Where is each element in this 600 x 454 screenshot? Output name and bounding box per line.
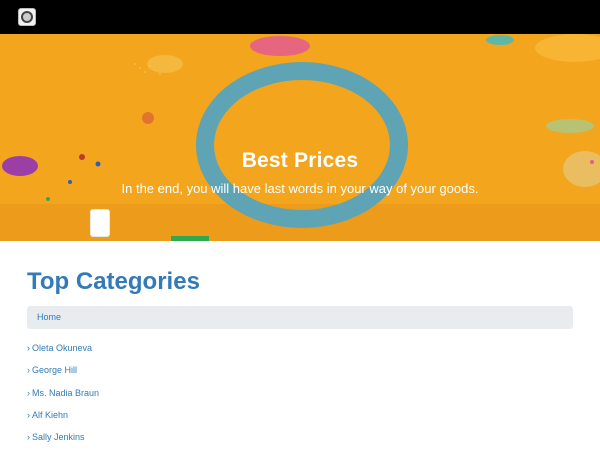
hero-subtitle: In the end, you will have last words in …: [121, 181, 479, 196]
hero-button[interactable]: [90, 209, 110, 237]
chevron-right-icon: ›: [27, 343, 30, 353]
chevron-right-icon: ›: [27, 365, 30, 376]
top-navbar: [0, 0, 600, 34]
breadcrumb-home-link[interactable]: Home: [37, 312, 61, 322]
hero-title: Best Prices: [241, 149, 359, 172]
hero-accent-bar: [171, 236, 209, 241]
category-link[interactable]: Oleta Okuneva: [32, 343, 92, 353]
breadcrumb: Home: [27, 306, 573, 329]
category-link[interactable]: Ms. Nadia Braun: [32, 388, 99, 398]
category-link[interactable]: Alf Kiehn: [32, 410, 68, 420]
chevron-right-icon: ›: [27, 387, 30, 398]
hero-ring-graphic: [196, 62, 408, 228]
hero-banner: Best Prices In the end, you will have la…: [0, 34, 600, 241]
list-item: › Oleta Okuneva: [27, 343, 99, 365]
chevron-right-icon: ›: [27, 409, 30, 420]
badge-logo-icon: [21, 11, 33, 23]
list-item: › George Hill: [27, 365, 99, 387]
category-list: › Oleta Okuneva › George Hill › Ms. Nadia B…: [27, 343, 99, 454]
site-logo[interactable]: [18, 8, 36, 26]
list-item: › Alf Kiehn: [27, 410, 99, 432]
category-link[interactable]: George Hill: [32, 365, 77, 375]
section-title: Top Categories: [27, 268, 200, 295]
chevron-right-icon: ›: [27, 432, 30, 443]
list-item: › Ms. Nadia Braun: [27, 388, 99, 410]
list-item: › Sally Jenkins: [27, 432, 99, 454]
category-link[interactable]: Sally Jenkins: [32, 432, 85, 442]
